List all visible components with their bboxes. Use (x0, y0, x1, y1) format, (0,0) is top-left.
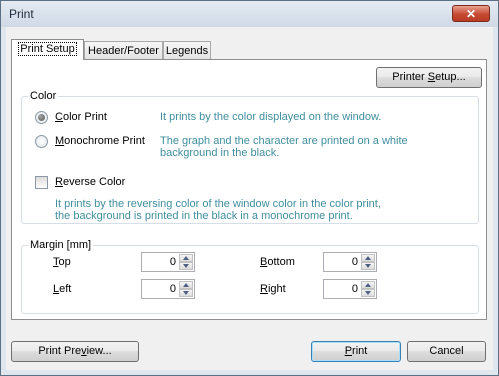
left-margin-value[interactable]: 0 (170, 283, 176, 295)
arrow-down-icon[interactable] (179, 262, 193, 270)
arrow-down-icon[interactable] (361, 262, 375, 270)
reverse-color-label[interactable]: Reverse Color (55, 176, 125, 189)
bottom-margin-spinner[interactable]: 0 (323, 252, 377, 272)
arrow-up-icon[interactable] (361, 281, 375, 289)
tab-print-setup[interactable]: Print Setup (11, 39, 84, 60)
arrow-down-icon[interactable] (361, 289, 375, 297)
print-setup-panel: Printer Setup... Color Color Print It pr… (11, 59, 487, 320)
window-title: Print (9, 7, 34, 21)
top-margin-value[interactable]: 0 (170, 256, 176, 268)
monochrome-description-line2: background in the black. (160, 147, 280, 159)
color-print-label[interactable]: Color Print (55, 111, 107, 124)
print-dialog: Print ✕ Print Setup Header/Footer Legend… (0, 0, 499, 376)
right-margin-spinner[interactable]: 0 (323, 279, 377, 299)
arrow-up-icon[interactable] (361, 254, 375, 262)
print-preview-button[interactable]: Print Preview... (11, 341, 139, 362)
title-bar[interactable]: Print ✕ (1, 1, 498, 27)
arrow-up-icon[interactable] (179, 254, 193, 262)
printer-setup-button[interactable]: Printer Setup... (376, 67, 482, 88)
reverse-color-checkbox[interactable] (35, 176, 48, 189)
bottom-margin-value[interactable]: 0 (352, 256, 358, 268)
top-margin-spinner[interactable]: 0 (141, 252, 195, 272)
arrow-down-icon[interactable] (179, 289, 193, 297)
tab-legends[interactable]: Legends (163, 41, 211, 59)
monochrome-print-label[interactable]: Monochrome Print (55, 135, 145, 148)
right-margin-value[interactable]: 0 (352, 283, 358, 295)
arrow-up-icon[interactable] (179, 281, 193, 289)
print-button[interactable]: Print (311, 341, 401, 362)
close-icon: ✕ (465, 7, 477, 21)
top-label: Top (53, 256, 71, 268)
color-group: Color Color Print It prints by the color… (21, 90, 479, 224)
color-group-label: Color (28, 90, 59, 103)
left-margin-spinner[interactable]: 0 (141, 279, 195, 299)
reverse-color-description-line2: the background is printed in the black i… (55, 210, 353, 222)
margin-group: Margin [mm] Top 0 Bottom 0 Left 0 Right (21, 239, 479, 314)
margin-group-label: Margin [mm] (28, 239, 94, 252)
left-label: Left (53, 283, 72, 295)
close-button[interactable]: ✕ (452, 5, 490, 22)
bottom-label: Bottom (260, 256, 295, 268)
right-label: Right (260, 283, 286, 295)
color-print-radio[interactable] (35, 111, 48, 124)
tab-header-footer[interactable]: Header/Footer (84, 41, 163, 59)
dialog-body: Print Setup Header/Footer Legends Printe… (6, 27, 493, 370)
monochrome-print-radio[interactable] (35, 135, 48, 148)
color-print-description: It prints by the color displayed on the … (160, 111, 382, 123)
cancel-button[interactable]: Cancel (407, 341, 486, 362)
